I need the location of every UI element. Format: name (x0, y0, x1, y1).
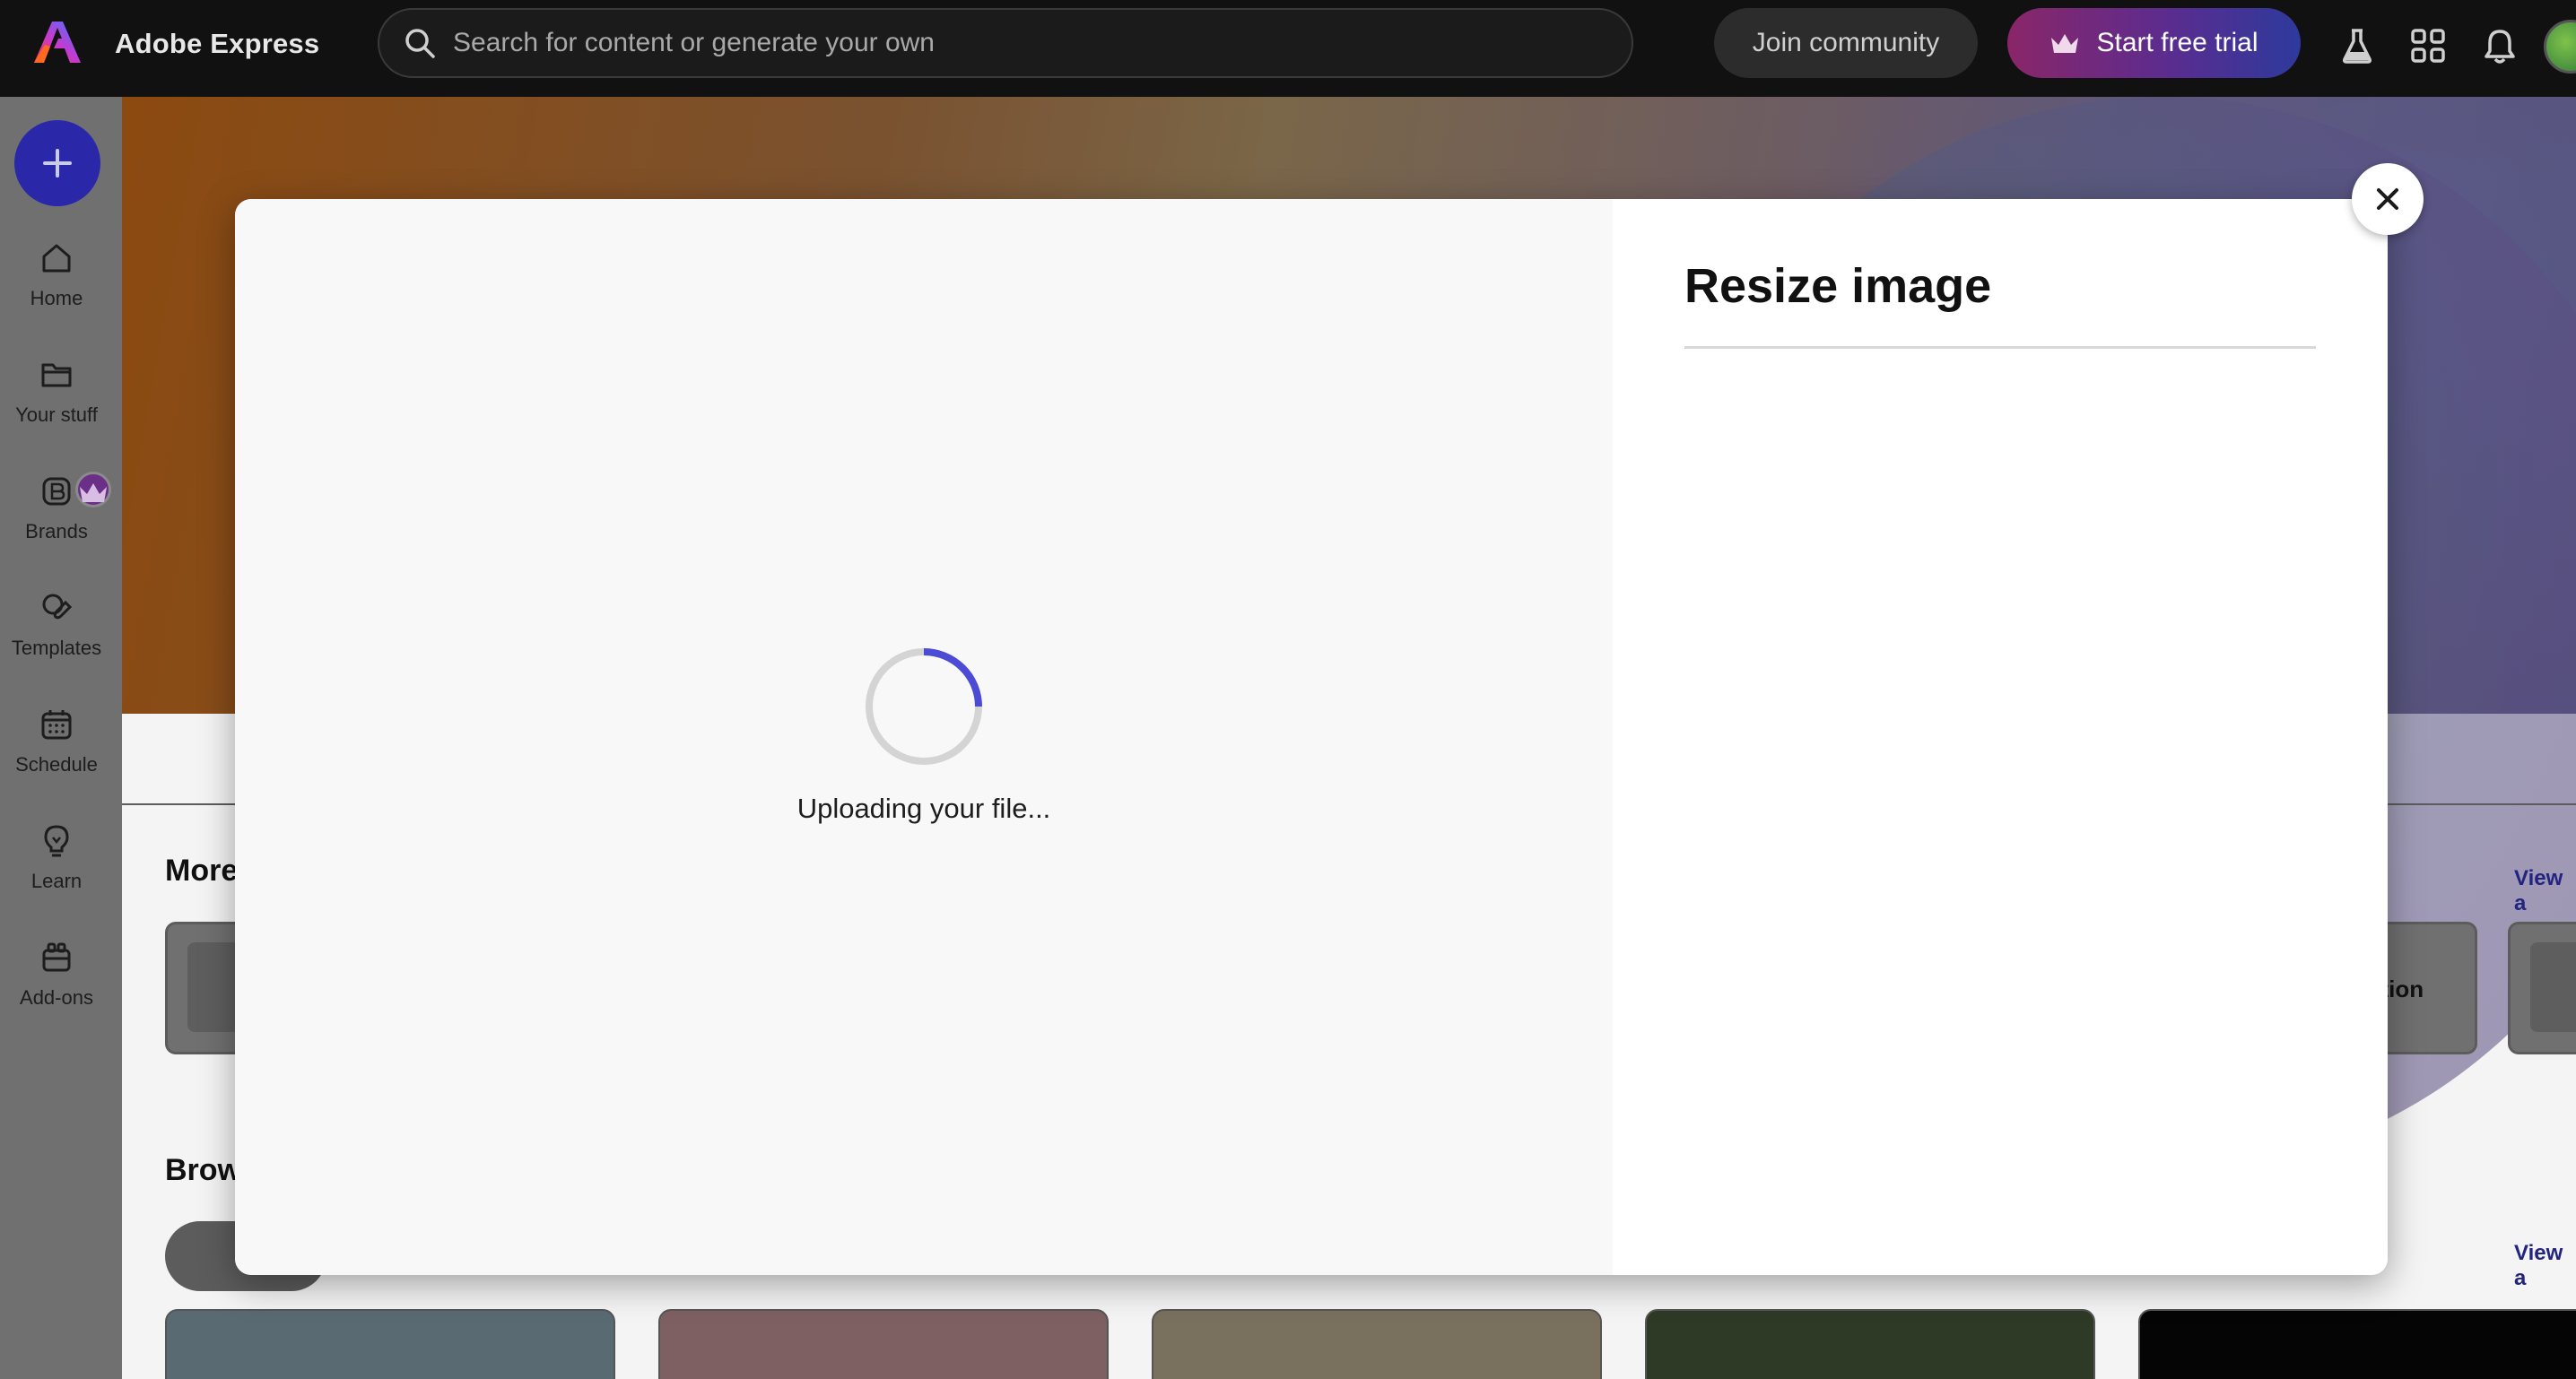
rail-item-label: Your stuff (15, 403, 98, 426)
rail-item-label: Brands (25, 520, 88, 542)
left-rail: Home Your stuff Brands Templates Schedul… (0, 97, 122, 1379)
start-free-trial-button[interactable]: Start free trial (2007, 8, 2301, 78)
lightbulb-icon (44, 825, 69, 857)
bell-icon[interactable] (2481, 27, 2519, 65)
close-dialog-button[interactable] (2352, 163, 2424, 235)
template-thumbnail[interactable] (1645, 1309, 2095, 1379)
rail-item-label: Schedule (15, 753, 98, 776)
search-input[interactable] (453, 28, 1574, 58)
template-thumbnail[interactable] (658, 1309, 1109, 1379)
section-heading-browse: Brow (165, 1153, 241, 1187)
crown-icon (2051, 34, 2079, 53)
app-name[interactable]: Adobe Express (115, 28, 319, 60)
resize-image-dialog: Uploading your file... Resize image (235, 199, 2388, 1275)
start-free-trial-label: Start free trial (2096, 28, 2258, 57)
rail-item-home[interactable]: Home (0, 235, 113, 334)
folder-icon (41, 363, 72, 387)
template-thumbnail[interactable] (2138, 1309, 2576, 1379)
rail-item-label: Templates (11, 637, 102, 659)
upload-preview-pane: Uploading your file... (235, 199, 1613, 1275)
create-new-button[interactable] (14, 120, 100, 206)
template-thumbnail[interactable] (165, 1309, 615, 1379)
rail-item-label: Home (30, 287, 83, 309)
rail-item-schedule[interactable]: Schedule (0, 701, 113, 800)
quick-action-card[interactable] (2508, 922, 2576, 1054)
rail-item-brands[interactable]: Brands (0, 468, 113, 567)
search-icon (405, 29, 435, 58)
view-all-link[interactable]: View a (2514, 1241, 2576, 1291)
home-icon (42, 244, 71, 273)
app-window: Adobe Express Join community Start free … (0, 0, 2576, 1379)
calendar-icon (41, 710, 72, 740)
dialog-title: Resize image (1684, 259, 1992, 313)
rail-item-your-stuff[interactable]: Your stuff (0, 351, 113, 450)
rail-item-label: Learn (30, 870, 83, 892)
join-community-button[interactable]: Join community (1714, 8, 1978, 78)
flask-icon[interactable] (2338, 27, 2376, 65)
rail-item-label: Add-ons (20, 986, 93, 1009)
view-all-link[interactable]: View a (2514, 866, 2576, 916)
premium-badge (75, 472, 111, 507)
rail-item-add-ons[interactable]: Add-ons (0, 934, 113, 1033)
title-divider (1684, 346, 2316, 349)
card-thumbnail (2530, 942, 2576, 1032)
close-icon (2377, 188, 2398, 210)
rail-item-learn[interactable]: Learn (0, 818, 113, 916)
templates-icon (42, 594, 73, 620)
crown-icon (80, 483, 107, 502)
loading-spinner-icon (866, 648, 982, 765)
apps-grid-icon[interactable] (2409, 27, 2447, 65)
adobe-express-logo-icon[interactable] (34, 20, 81, 65)
upload-status-text: Uploading your file... (796, 793, 1051, 824)
addons-icon (42, 942, 71, 972)
resize-options-pane: Resize image (1613, 199, 2388, 1275)
brand-icon (42, 477, 71, 506)
user-avatar[interactable] (2544, 20, 2576, 74)
plus-icon (43, 149, 72, 178)
rail-item-templates[interactable]: Templates (0, 585, 113, 683)
section-heading-more: More (165, 854, 239, 888)
search-bar[interactable] (378, 8, 1633, 78)
template-thumbnail[interactable] (1152, 1309, 1602, 1379)
top-bar: Adobe Express Join community Start free … (0, 0, 2576, 97)
